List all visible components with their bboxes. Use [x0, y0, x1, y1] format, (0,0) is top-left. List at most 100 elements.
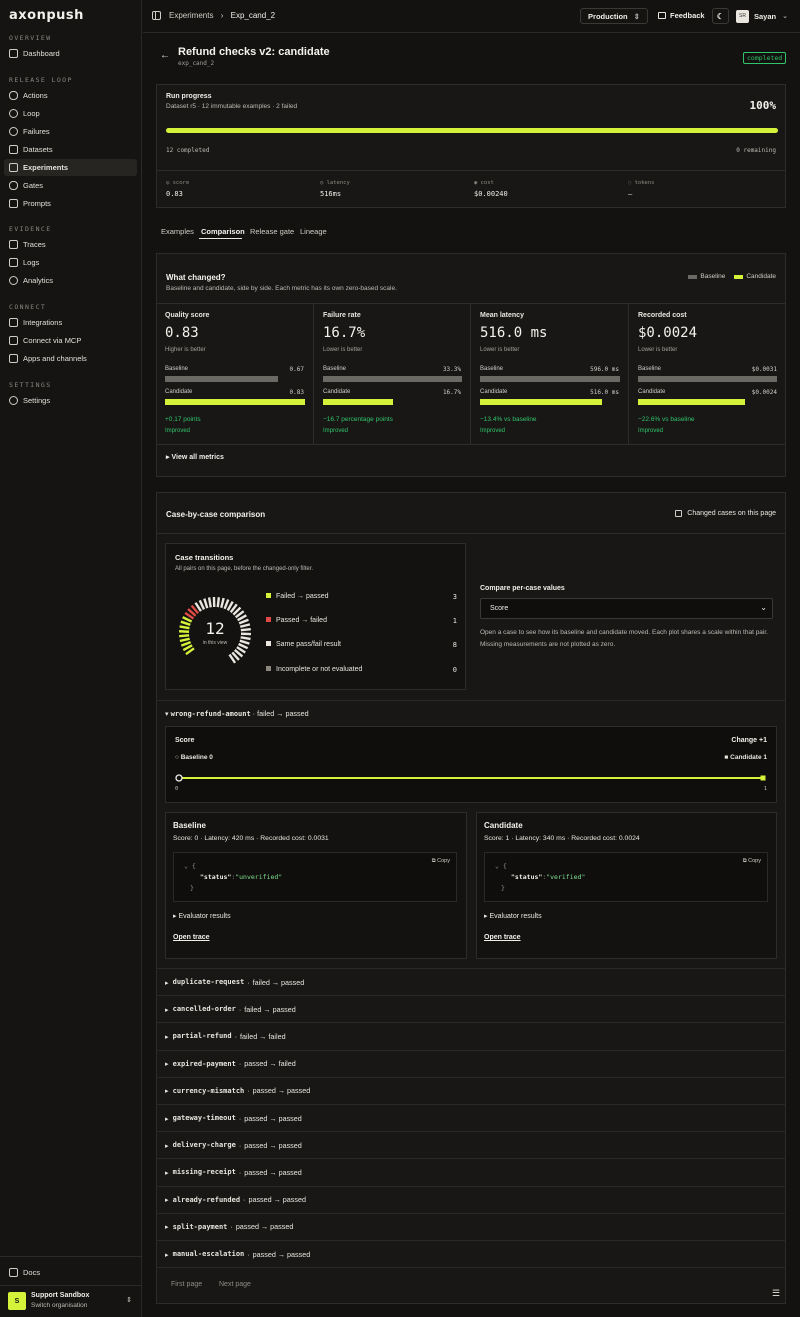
- table-icon: [9, 145, 18, 154]
- chevron-down-icon: ⌄: [760, 603, 767, 612]
- candidate-value: 16.7%: [442, 389, 461, 396]
- theme-toggle-button[interactable]: ☾: [712, 8, 729, 24]
- next-page-button[interactable]: Next page: [219, 1281, 251, 1288]
- copy-label: Copy: [748, 858, 761, 864]
- transition-swatch: [266, 617, 271, 622]
- sidebar-item-docs[interactable]: Docs: [4, 1264, 137, 1281]
- case-row[interactable]: ▸ partial-refund · failed → failed: [156, 1022, 786, 1049]
- feedback-button[interactable]: Feedback: [658, 11, 705, 20]
- copy-button[interactable]: ⧉ Copy: [432, 858, 450, 865]
- transitions-subtitle: All pairs on this page, before the chang…: [175, 566, 314, 572]
- transition-count: 1: [452, 617, 457, 625]
- breadcrumb-experiments[interactable]: Experiments: [169, 11, 213, 20]
- stat-cost: ◉ cost $0.00240: [474, 180, 508, 198]
- sidebar-item-apps[interactable]: Apps and channels: [4, 350, 137, 367]
- candidate-value: $0.0024: [751, 389, 777, 396]
- section-title: What changed?: [166, 273, 226, 282]
- candidate-bar: [480, 399, 602, 405]
- gauge-total: 12: [205, 619, 225, 638]
- candidate-value: 516.0 ms: [590, 389, 619, 396]
- sidebar-item-settings[interactable]: Settings: [4, 392, 137, 409]
- metric-delta: −22.6% vs baseline: [638, 416, 695, 423]
- tab-lineage[interactable]: Lineage: [300, 227, 327, 236]
- metric-title: Mean latency: [480, 312, 524, 319]
- triangle-right-icon: ▸: [165, 1195, 169, 1205]
- open-trace-link[interactable]: Open trace: [484, 934, 521, 941]
- case-row-expanded[interactable]: ▾ wrong-refund-amount · failed → passed: [165, 709, 309, 718]
- sidebar-item-loop[interactable]: Loop: [4, 105, 137, 122]
- evaluator-results-toggle[interactable]: ▸ Evaluator results: [484, 912, 542, 920]
- case-row[interactable]: ▸ duplicate-request · failed → passed: [156, 968, 786, 995]
- avatar: SR: [736, 9, 749, 23]
- json-collapse-icon[interactable]: ⌄ {: [495, 862, 507, 870]
- list-menu-icon[interactable]: ☰: [772, 1288, 780, 1299]
- candidate-bar: [165, 399, 305, 405]
- case-row[interactable]: ▸ gateway-timeout · passed → passed: [156, 1104, 786, 1131]
- checkbox[interactable]: [675, 510, 683, 517]
- sidebar-item-mcp[interactable]: Connect via MCP: [4, 332, 137, 349]
- case-transition: passed → passed: [252, 1249, 311, 1259]
- sidebar-item-label: Connect via MCP: [23, 336, 82, 345]
- gauge-tick: [220, 597, 225, 609]
- refresh-icon: [9, 109, 18, 118]
- triangle-right-icon: ▸: [165, 1086, 169, 1096]
- detail-title: Candidate: [484, 821, 523, 830]
- copy-button[interactable]: ⧉ Copy: [743, 858, 761, 865]
- sidebar-item-label: Docs: [23, 1268, 41, 1277]
- sidebar-item-failures[interactable]: Failures: [4, 123, 137, 140]
- sidebar-item-gates[interactable]: Gates: [4, 177, 137, 194]
- stat-value: 516ms: [320, 190, 342, 198]
- case-row[interactable]: ▸ already-refunded · passed → passed: [156, 1185, 786, 1213]
- transition-label: Passed → failed: [276, 617, 327, 624]
- sidebar-item-integrations[interactable]: Integrations: [4, 314, 137, 331]
- changed-only-filter[interactable]: Changed cases on this page: [675, 510, 776, 517]
- sidebar-item-prompts[interactable]: Prompts: [4, 195, 137, 212]
- nav-section-title: CONNECT: [9, 303, 47, 311]
- apps-icon: [9, 354, 18, 363]
- case-name: already-refunded: [172, 1195, 241, 1204]
- tab-release-gate[interactable]: Release gate: [250, 227, 294, 236]
- stat-tokens: ◌ tokens —: [628, 180, 655, 198]
- sidebar-item-analytics[interactable]: Analytics: [4, 272, 137, 289]
- case-row[interactable]: ▸ expired-payment · passed → failed: [156, 1049, 786, 1077]
- case-transition: failed → passed: [252, 977, 305, 987]
- case-row[interactable]: ▸ currency-mismatch · passed → passed: [156, 1076, 786, 1104]
- back-arrow-icon[interactable]: ←: [160, 50, 170, 61]
- tab-comparison[interactable]: Comparison: [201, 227, 245, 236]
- evaluator-results-toggle[interactable]: ▸ Evaluator results: [173, 912, 231, 920]
- case-row[interactable]: ▸ manual-escalation · passed → passed: [156, 1240, 786, 1267]
- case-row[interactable]: ▸ delivery-charge · passed → passed: [156, 1131, 786, 1158]
- metric-verdict: Improved: [480, 428, 506, 434]
- book-icon: [9, 1268, 18, 1277]
- user-menu[interactable]: SR Sayan ⌄: [736, 8, 788, 24]
- gauge-subtitle: in this view: [202, 640, 228, 646]
- tab-examples[interactable]: Examples: [161, 227, 194, 236]
- view-all-metrics-toggle[interactable]: ▸ View all metrics: [166, 453, 224, 461]
- score-icon: ◎: [166, 180, 173, 186]
- transition-row: Same pass/fail result 8: [266, 641, 457, 649]
- json-collapse-icon[interactable]: ⌄ {: [184, 862, 196, 870]
- case-name: wrong-refund-amount: [170, 710, 251, 718]
- sidebar-item-experiments[interactable]: Experiments: [4, 159, 137, 176]
- environment-select[interactable]: Production ⇕: [580, 8, 648, 24]
- json-key: "status": [511, 873, 543, 881]
- baseline-value: 596.0 ms: [590, 366, 619, 373]
- case-row[interactable]: ▸ cancelled-order · failed → passed: [156, 995, 786, 1022]
- org-switcher[interactable]: S Support Sandbox Switch organisation ⇕: [8, 1290, 136, 1312]
- sidebar-item-traces[interactable]: Traces: [4, 236, 137, 253]
- sidebar-item-dashboard[interactable]: Dashboard: [4, 45, 137, 62]
- case-row[interactable]: ▸ split-payment · passed → passed: [156, 1212, 786, 1240]
- first-page-button[interactable]: First page: [171, 1281, 202, 1288]
- sidebar-toggle-icon[interactable]: [152, 11, 161, 20]
- token-icon: ◌: [628, 180, 635, 186]
- triangle-right-icon: ▸: [165, 1167, 169, 1177]
- open-trace-link[interactable]: Open trace: [173, 934, 210, 941]
- compare-select[interactable]: Score ⌄: [480, 598, 773, 619]
- json-viewer: ⧉ Copy ⌄ { "status":"unverified" }: [173, 852, 457, 902]
- case-row[interactable]: ▸ missing-receipt · passed → passed: [156, 1158, 786, 1185]
- sidebar-item-logs[interactable]: Logs: [4, 254, 137, 271]
- sidebar-item-actions[interactable]: Actions: [4, 87, 137, 104]
- sidebar-item-datasets[interactable]: Datasets: [4, 141, 137, 158]
- plot-baseline-point: [175, 774, 183, 782]
- metric-card: Recorded cost $0.0024 Lower is better Basel…: [629, 303, 786, 444]
